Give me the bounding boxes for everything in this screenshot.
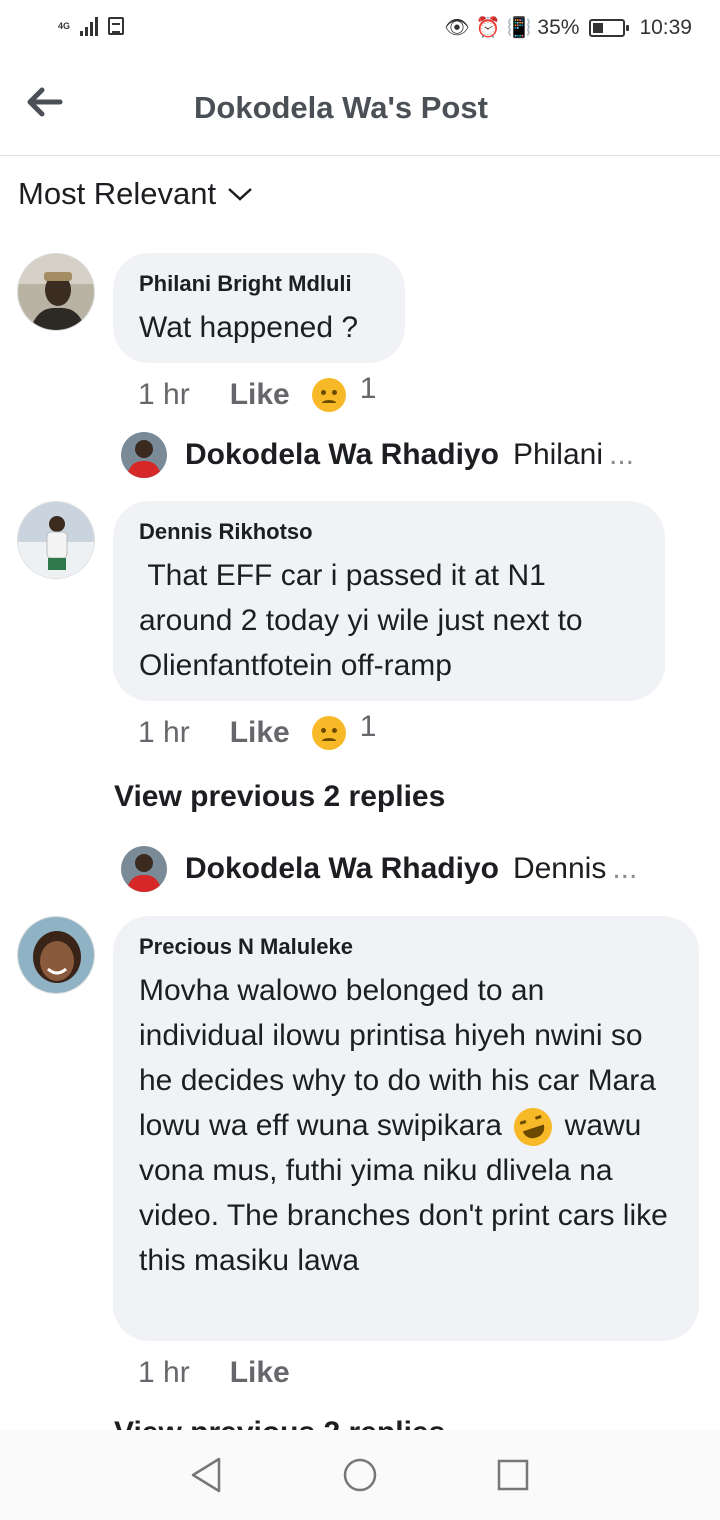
comment-time[interactable]: 1 hr xyxy=(138,716,190,750)
nav-back-button[interactable] xyxy=(189,1456,223,1499)
nav-home-button[interactable] xyxy=(342,1456,378,1499)
system-nav-bar xyxy=(0,1430,720,1520)
comment-text: Wat happened ? xyxy=(139,311,359,344)
nav-back-icon xyxy=(191,1457,221,1493)
status-right: 👁 ⏰ 📳 35% 10:39 xyxy=(444,16,692,40)
comment-author[interactable]: Philani Bright Mdluli xyxy=(139,271,379,297)
avatar[interactable] xyxy=(17,916,95,994)
comment-bubble: Philani Bright Mdluli Wat happened ? xyxy=(113,253,405,363)
comment-actions: 1 hr Like xyxy=(138,1356,312,1390)
like-button[interactable]: Like xyxy=(230,716,290,750)
nav-recents-icon xyxy=(497,1459,529,1491)
reply-text: Philani xyxy=(512,438,603,471)
eye-icon: 👁 xyxy=(444,17,470,39)
arrow-left-icon xyxy=(27,87,63,117)
avatar xyxy=(121,846,167,892)
nav-recents-button[interactable] xyxy=(496,1456,530,1499)
sad-reaction-icon[interactable] xyxy=(311,716,346,750)
comment-time[interactable]: 1 hr xyxy=(138,1356,190,1390)
status-bar: 4G 👁 ⏰ 📳 35% 10:39 xyxy=(0,0,720,62)
reply-preview[interactable]: Dokodela Wa Rhadiyo Dennis ... xyxy=(121,846,637,892)
reply-ellipsis: ... xyxy=(609,438,635,471)
alarm-icon: ⏰ xyxy=(475,17,501,39)
signal-icon xyxy=(80,16,99,36)
laughing-emoji-icon xyxy=(509,1103,558,1152)
page-title: Dokodela Wa's Post xyxy=(194,90,488,125)
comment-text: Movha walowo belonged to an individual i… xyxy=(139,968,673,1283)
post-header: Dokodela Wa's Post xyxy=(0,62,720,156)
reply-author: Dokodela Wa Rhadiyo xyxy=(185,852,499,885)
comment-time[interactable]: 1 hr xyxy=(138,378,190,412)
reply-text: Dennis xyxy=(512,852,607,885)
comment-bubble: Dennis Rikhotso That EFF car i passed it… xyxy=(113,501,665,701)
network-indicator: 4G xyxy=(58,20,71,31)
clock: 10:39 xyxy=(639,16,692,39)
battery-icon xyxy=(589,19,630,37)
vibrate-icon: 📳 xyxy=(506,17,532,39)
sort-dropdown[interactable]: Most Relevant xyxy=(18,176,254,212)
comment-author[interactable]: Dennis Rikhotso xyxy=(139,519,639,545)
avatar[interactable] xyxy=(17,501,95,579)
comment-text: That EFF car i passed it at N1 around 2 … xyxy=(139,559,591,682)
avatar[interactable] xyxy=(17,253,95,331)
status-left: 4G xyxy=(58,16,125,36)
reply-preview[interactable]: Dokodela Wa Rhadiyo Philani ... xyxy=(121,432,634,478)
reaction-count[interactable]: 1 xyxy=(360,372,377,406)
comment-bubble: Precious N Maluleke Movha walowo belonge… xyxy=(113,916,699,1341)
avatar xyxy=(121,432,167,478)
network-type: 4G xyxy=(58,20,71,31)
reaction-count[interactable]: 1 xyxy=(360,710,377,744)
sim-card-icon xyxy=(108,17,125,35)
comment-author[interactable]: Precious N Maluleke xyxy=(139,934,673,960)
reply-author: Dokodela Wa Rhadiyo xyxy=(185,438,499,471)
view-previous-replies[interactable]: View previous 2 replies xyxy=(114,780,445,814)
battery-percent: 35% xyxy=(537,16,580,39)
comment-actions: 1 hr Like 1 xyxy=(138,372,376,412)
comment-actions: 1 hr Like 1 xyxy=(138,710,376,750)
sad-reaction-icon[interactable] xyxy=(311,378,346,412)
like-button[interactable]: Like xyxy=(230,1356,290,1390)
like-button[interactable]: Like xyxy=(230,378,290,412)
nav-home-icon xyxy=(343,1458,377,1492)
chevron-down-icon xyxy=(228,188,252,201)
battery-fill xyxy=(593,23,604,33)
back-button[interactable] xyxy=(24,82,72,126)
reply-ellipsis: ... xyxy=(612,852,638,885)
sort-label: Most Relevant xyxy=(18,176,217,211)
